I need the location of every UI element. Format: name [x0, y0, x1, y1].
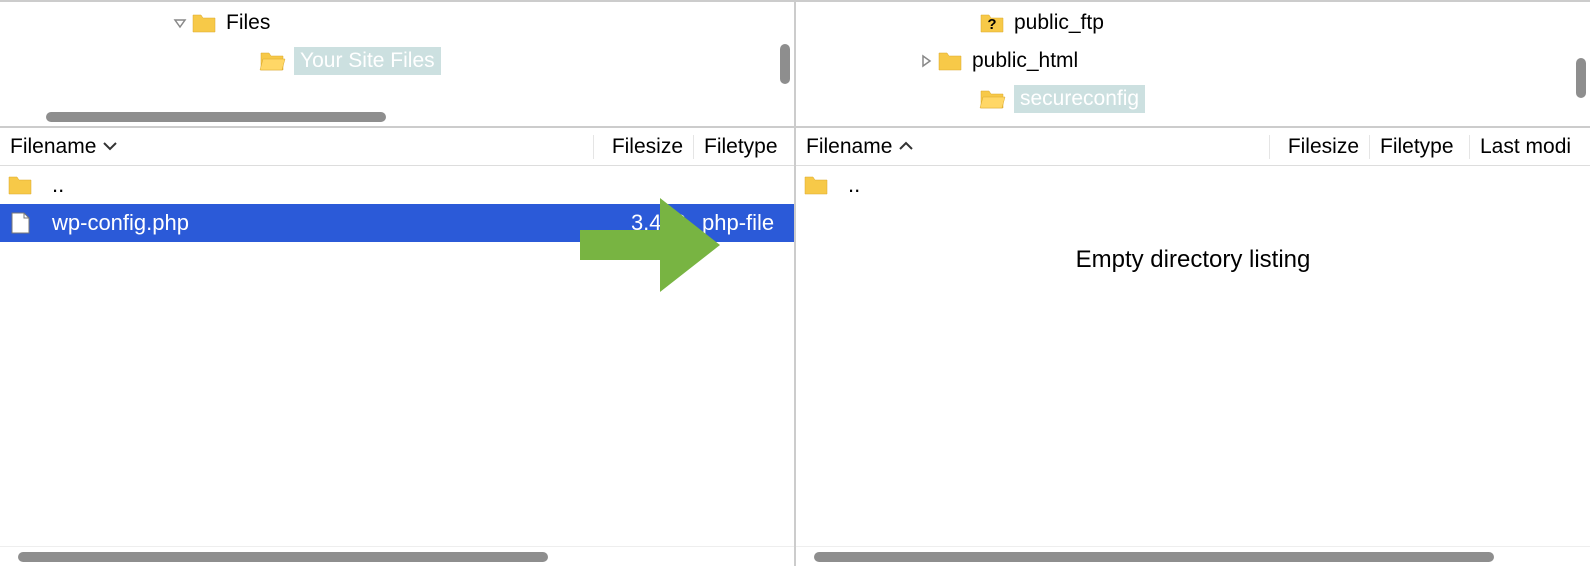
folder-icon [6, 173, 34, 197]
remote-file-list[interactable]: .. Empty directory listing [796, 166, 1590, 546]
column-lastmod[interactable]: Last modi [1470, 135, 1590, 159]
sort-desc-icon [102, 139, 118, 155]
tree-item[interactable]: Files [0, 4, 794, 42]
list-hscrollbar[interactable] [802, 550, 1584, 564]
file-icon [6, 211, 34, 235]
remote-tree[interactable]: public_ftp public_html secureconfig [796, 0, 1590, 128]
scrollbar-thumb[interactable] [46, 112, 386, 122]
folder-open-icon [978, 87, 1006, 111]
file-name: wp-config.php [52, 210, 189, 236]
column-filename[interactable]: Filename [0, 135, 594, 159]
scrollbar-thumb[interactable] [18, 552, 548, 562]
scrollbar-thumb[interactable] [780, 44, 790, 84]
folder-icon [190, 11, 218, 35]
sort-asc-icon [898, 139, 914, 155]
tree-hscrollbar[interactable] [6, 110, 788, 124]
column-label: Filesize [1288, 135, 1359, 158]
list-hscrollbar[interactable] [6, 550, 788, 564]
empty-directory-message: Empty directory listing [796, 246, 1590, 274]
tree-item[interactable]: public_html [796, 42, 1590, 80]
local-tree[interactable]: Files Your Site Files [0, 0, 794, 128]
column-label: Filetype [704, 135, 778, 158]
column-filesize[interactable]: Filesize [1270, 135, 1370, 159]
folder-icon [802, 173, 830, 197]
parent-dir-label: .. [52, 172, 64, 198]
file-size: 3,402 [594, 210, 694, 236]
local-pane: FilesYour Site Files Filename FilesizeFi… [0, 0, 796, 566]
folder-icon [936, 49, 964, 73]
column-filename[interactable]: Filename [796, 135, 1270, 159]
tree-item-label: Your Site Files [294, 47, 441, 75]
column-label: Filename [10, 135, 96, 159]
column-label: Filetype [1380, 135, 1454, 158]
column-filetype[interactable]: Filetype [1370, 135, 1470, 159]
parent-dir-row[interactable]: .. [796, 166, 1590, 204]
remote-pane: public_ftp public_html secureconfig Filena… [796, 0, 1590, 566]
tree-vscrollbar[interactable] [1574, 4, 1588, 114]
scrollbar-thumb[interactable] [1576, 58, 1586, 98]
column-filetype[interactable]: Filetype [694, 135, 794, 159]
parent-dir-label: .. [848, 172, 860, 198]
file-row[interactable]: wp-config.php 3,402php-file [0, 204, 794, 242]
chevron-right-icon[interactable] [916, 54, 936, 68]
remote-column-header[interactable]: Filename Filesize Filetype Last modi [796, 128, 1590, 166]
tree-item-label: public_html [972, 49, 1078, 73]
column-filesize[interactable]: Filesize [594, 135, 694, 159]
tree-item-label: public_ftp [1014, 11, 1104, 35]
tree-vscrollbar[interactable] [778, 4, 792, 94]
column-label: Last modi [1480, 135, 1571, 158]
local-column-header[interactable]: Filename Filesize Filetype [0, 128, 794, 166]
tree-item[interactable]: Your Site Files [0, 42, 794, 80]
tree-item[interactable]: public_ftp [796, 4, 1590, 42]
tree-item[interactable]: secureconfig [796, 80, 1590, 118]
chevron-down-icon[interactable] [170, 16, 190, 30]
column-label: Filename [806, 135, 892, 159]
column-label: Filesize [612, 135, 683, 158]
local-file-list[interactable]: .. wp-config.php 3,402php-file [0, 166, 794, 546]
folder-unknown-icon [978, 11, 1006, 35]
scrollbar-thumb[interactable] [814, 552, 1494, 562]
folder-open-icon [258, 49, 286, 73]
tree-item-label: secureconfig [1014, 85, 1145, 113]
parent-dir-row[interactable]: .. [0, 166, 794, 204]
tree-item-label: Files [226, 11, 270, 35]
file-type: php-file [694, 210, 794, 236]
